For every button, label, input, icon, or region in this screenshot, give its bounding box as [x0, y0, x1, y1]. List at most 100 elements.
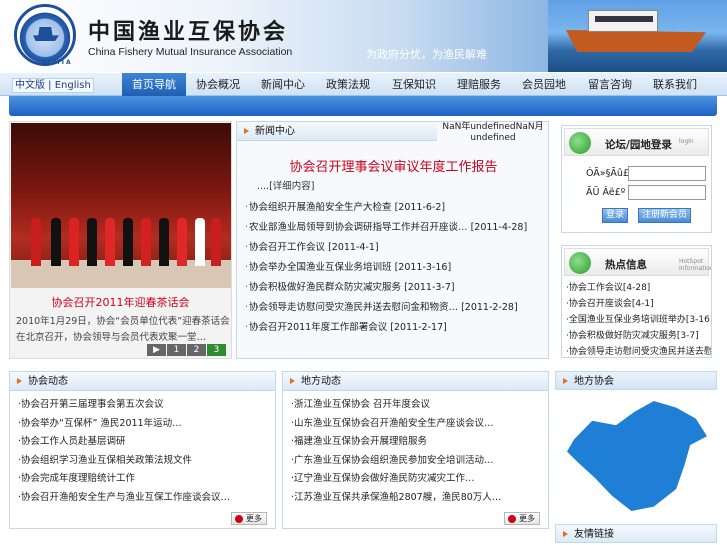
list-item[interactable]: 协会举办“互保杯” 渔民2011年运动… [18, 415, 273, 434]
photo-slideshow: 协会召开2011年迎春茶话会 2010年1月29日，协会“会员单位代表”迎春茶话… [9, 121, 232, 359]
list-item[interactable]: 协会召开座谈会[4-1] [566, 296, 711, 312]
photo-figure [123, 218, 133, 266]
china-map[interactable] [567, 401, 707, 511]
more-button[interactable]: 更多 [504, 512, 540, 525]
links-title: 友情链接 [555, 524, 717, 543]
local-news-box: 地方动态 浙江渔业互保协会 召开年度会议 山东渔业互保协会召开渔船安全生产座谈会… [282, 371, 549, 529]
news-item-date: [2011-2-17] [390, 322, 447, 333]
sub-nav-bar [9, 96, 717, 116]
list-item[interactable]: 江苏渔业互保共承保渔船2807艘，渔民80万人… [291, 489, 546, 508]
local-news-list: 浙江渔业互保协会 召开年度会议 山东渔业互保协会召开渔船安全生产座谈会议… 福建… [291, 396, 546, 507]
list-item[interactable]: 协会积极做好防灾减灾服务[3-7] [566, 328, 711, 344]
more-button[interactable]: 更多 [231, 512, 267, 525]
hot-info-list: 协会工作会议[4-28] 协会召开座谈会[4-1] 全国渔业互保业务培训班举办[… [566, 280, 711, 357]
ship-icon [33, 27, 59, 41]
nav-item-message[interactable]: 留言咨询 [578, 73, 642, 96]
list-item[interactable]: 协会举办全国渔业互保业务培训班 [2011-3-16] [245, 258, 545, 278]
hotspot-icon [569, 252, 591, 274]
password-label: ÃÜ Âë£º [586, 187, 626, 198]
username-field[interactable] [628, 166, 706, 181]
photo-figure [177, 218, 187, 266]
news-headline[interactable]: 协会召开理事会议审议年度工作报告 [237, 156, 550, 175]
photo-figure [87, 218, 97, 266]
news-item-date: [2011-3-16] [394, 262, 452, 273]
list-item[interactable]: 协会领导走访慰问受灾渔民并送去慰问金和物资… [2011-2-28] [245, 298, 545, 318]
nav-item-knowledge[interactable]: 互保知识 [382, 73, 446, 96]
slide-page-1[interactable]: 1 [167, 344, 186, 356]
nav-item-about[interactable]: 协会概况 [186, 73, 250, 96]
hot-info-title-en: HotSpot Information [679, 258, 712, 272]
news-item-date: [2011-6-2] [394, 202, 446, 213]
news-item-date: [2011-4-1] [328, 242, 379, 253]
password-field[interactable] [628, 185, 706, 200]
login-button[interactable]: 登录 [602, 208, 629, 223]
site-slogan: 为政府分忧，为渔民解难 [366, 48, 487, 61]
news-item-date: [2011-3-7] [404, 282, 455, 293]
slide-page-2[interactable]: 2 [187, 344, 206, 356]
photo-figure [51, 218, 61, 266]
nav-item-home[interactable]: 首页导航 [122, 73, 186, 96]
local-association-map-box: 地方协会 [555, 371, 717, 519]
news-item-title: 协会组织开展渔船安全生产大检查 [249, 202, 392, 213]
login-header: 论坛/园地登录 logIn [564, 128, 709, 156]
hot-info-panel: 热点信息 HotSpot Information 协会工作会议[4-28] 协会… [561, 245, 712, 358]
main-nav: 中文版 | English 首页导航 协会概况 新闻中心 政策法规 互保知识 理… [0, 72, 727, 96]
slide-photo[interactable] [11, 123, 231, 288]
news-panel-title: 新闻中心 [237, 122, 437, 141]
hot-info-header: 热点信息 HotSpot Information [564, 248, 712, 276]
links-box: 友情链接 [555, 524, 717, 545]
list-item[interactable]: 协会组织学习渔业互保相关政策法规文件 [18, 452, 273, 471]
news-item-title: 协会领导走访慰问受灾渔民并送去慰问金和物资… [249, 302, 459, 313]
map-title: 地方协会 [555, 371, 717, 390]
list-item[interactable]: 全国渔业互保业务培训班举办[3-16] [566, 312, 711, 328]
association-news-list: 协会召开第三届理事会第五次会议 协会举办“互保杯” 渔民2011年运动… 协会工… [18, 396, 273, 507]
photo-figure [141, 218, 151, 266]
list-item[interactable]: 协会工作会议[4-28] [566, 280, 711, 296]
list-item[interactable]: 福建渔业互保协会开展理赔服务 [291, 433, 546, 452]
photo-figure [69, 218, 79, 266]
nav-item-policy[interactable]: 政策法规 [316, 73, 380, 96]
slide-pager: ▶ 1 2 3 [147, 344, 227, 356]
photo-figure [105, 218, 115, 266]
list-item[interactable]: 协会积极做好渔民群众防灾减灾服务 [2011-3-7] [245, 278, 545, 298]
language-switch[interactable]: 中文版 | English [12, 78, 94, 93]
forum-icon [569, 132, 591, 154]
slide-play-button[interactable]: ▶ [147, 344, 166, 356]
list-item[interactable]: 浙江渔业互保协会 召开年度会议 [291, 396, 546, 415]
list-item[interactable]: 农业部渔业局领导到协会调研指导工作并召开座谈… [2011-4-28] [245, 218, 545, 238]
header-boat-image [548, 0, 727, 72]
association-news-box: 协会动态 协会召开第三届理事会第五次会议 协会举办“互保杯” 渔民2011年运动… [9, 371, 276, 529]
login-title-en: logIn [679, 138, 694, 145]
photo-figure [195, 218, 205, 266]
news-item-title: 农业部渔业局领导到协会调研指导工作并召开座谈… [249, 222, 468, 233]
news-detail-link[interactable]: ....[详细内容] [257, 178, 315, 192]
login-title: 论坛/园地登录 [605, 139, 672, 151]
news-panel: 新闻中心 NaN年undefinedNaN月undefined 协会召开理事会议… [236, 121, 549, 359]
list-item[interactable]: 协会召开2011年度工作部署会议 [2011-2-17] [245, 318, 545, 338]
nav-item-claims[interactable]: 理赔服务 [447, 73, 511, 96]
list-item[interactable]: 辽宁渔业互保协会做好渔民防灾减灾工作… [291, 470, 546, 489]
nav-item-members[interactable]: 会员园地 [512, 73, 576, 96]
username-label: ÓÃ»§Ãû£º [586, 168, 634, 179]
list-item[interactable]: 协会组织开展渔船安全生产大检查 [2011-6-2] [245, 198, 545, 218]
list-item[interactable]: 协会召开渔船安全生产与渔业互保工作座谈会议… [18, 489, 273, 508]
list-item[interactable]: 山东渔业互保协会召开渔船安全生产座谈会议… [291, 415, 546, 434]
list-item[interactable]: 协会完成年度理赔统计工作 [18, 470, 273, 489]
current-date: NaN年undefinedNaN月undefined [442, 122, 544, 143]
list-item[interactable]: 协会召开工作会议 [2011-4-1] [245, 238, 545, 258]
photo-figure [159, 218, 169, 266]
site-title-cn: 中国渔业互保协会 [88, 19, 289, 45]
slide-page-3[interactable]: 3 [207, 344, 226, 356]
news-item-date: [2011-4-28] [470, 222, 528, 233]
nav-item-contact[interactable]: 联系我们 [643, 73, 707, 96]
list-item[interactable]: 协会领导走访慰问受灾渔民并送去慰问金和物资 [566, 344, 711, 357]
list-item[interactable]: 协会工作人员赴基层调研 [18, 433, 273, 452]
list-item[interactable]: 广东渔业互保协会组织渔民参加安全培训活动… [291, 452, 546, 471]
nav-item-news[interactable]: 新闻中心 [251, 73, 315, 96]
slide-description: 2010年1月29日，协会“会员单位代表”迎春茶话会在北京召开，协会领导与会员代… [16, 316, 230, 343]
slide-caption[interactable]: 协会召开2011年迎春茶话会 [10, 294, 231, 310]
login-panel: 论坛/园地登录 logIn ÓÃ»§Ãû£º ÃÜ Âë£º 登录 注册新会员 [561, 125, 712, 233]
register-button[interactable]: 注册新会员 [638, 208, 692, 223]
list-item[interactable]: 协会召开第三届理事会第五次会议 [18, 396, 273, 415]
association-logo[interactable]: C F M I A [14, 4, 76, 66]
